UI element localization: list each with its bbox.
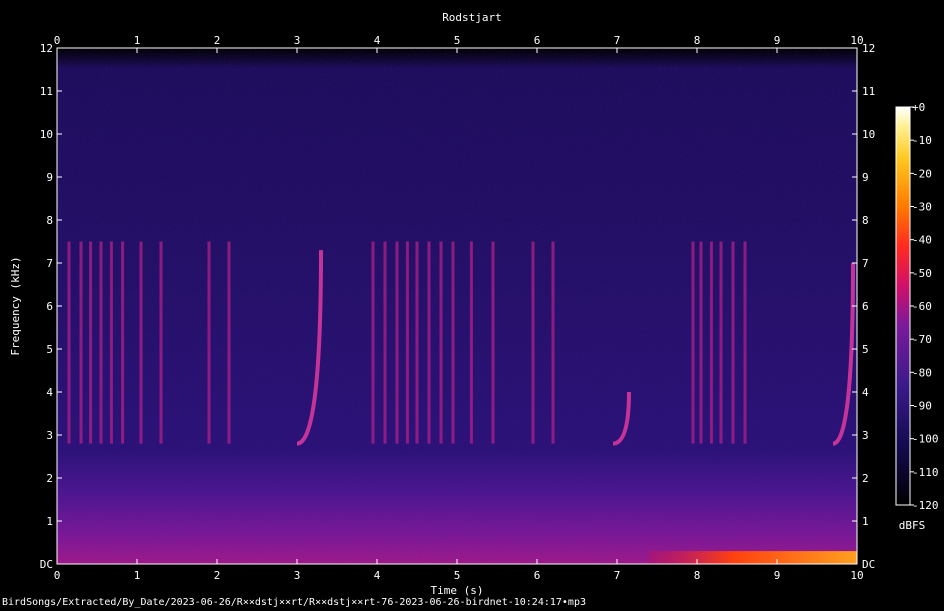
y-tick-label-left-5: 5 xyxy=(46,343,53,356)
colorbar-tick-label-3: -30 xyxy=(912,201,932,214)
low-frequency-hot-band xyxy=(649,551,857,564)
colorbar-tick-label-6: -60 xyxy=(912,300,932,313)
colorbar-tick-label-8: -80 xyxy=(912,366,932,379)
y-tick-label-left-8: 8 xyxy=(46,214,53,227)
colorbar-tick-label-1: -10 xyxy=(912,134,932,147)
call-strip-8 xyxy=(207,241,211,444)
x-tick-label-bottom-1: 1 xyxy=(134,569,141,582)
y-tick-label-right-5: 5 xyxy=(862,343,869,356)
call-strip-27 xyxy=(743,241,747,444)
x-tick-label-bottom-9: 9 xyxy=(774,569,781,582)
call-strip-26 xyxy=(731,241,735,444)
call-strip-21 xyxy=(551,241,555,444)
colorbar-gradient xyxy=(896,107,910,505)
spectrogram-figure: Rodstjart 001122334455667788991010DC DC1 1… xyxy=(9,11,939,597)
y-tick-label-right-1: 1 xyxy=(862,515,869,528)
call-strip-9 xyxy=(227,241,231,444)
y-tick-label-left-1: 1 xyxy=(46,515,53,528)
x-tick-label-top-8: 8 xyxy=(694,34,701,47)
colorbar-label: dBFS xyxy=(899,519,926,532)
call-strip-18 xyxy=(469,241,473,444)
call-strip-20 xyxy=(531,241,535,444)
y-tick-label-left-12: 12 xyxy=(40,42,53,55)
x-tick-label-top-5: 5 xyxy=(454,34,461,47)
call-strip-15 xyxy=(427,241,431,444)
y-axis-label: Frequency (kHz) xyxy=(9,256,22,355)
x-tick-label-top-4: 4 xyxy=(374,34,381,47)
call-strip-17 xyxy=(451,241,455,444)
x-tick-label-top-1: 1 xyxy=(134,34,141,47)
colorbar-tick-label-0: +0 xyxy=(912,101,925,114)
colorbar: +0 -10 -20 -30 -40 -50 -60 -70 -80 -90 -100 -110 -12… xyxy=(895,101,939,532)
y-tick-label-right-10: 10 xyxy=(862,128,875,141)
x-tick-label-top-2: 2 xyxy=(214,34,221,47)
call-strip-14 xyxy=(415,241,419,444)
colorbar-tick-label-10: -100 xyxy=(912,433,939,446)
y-tick-label-left-0: DC xyxy=(40,558,53,571)
call-strip-19 xyxy=(491,241,495,444)
call-strip-6 xyxy=(139,241,143,444)
call-strip-5 xyxy=(121,241,125,444)
y-tick-label-left-11: 11 xyxy=(40,85,53,98)
y-tick-label-left-6: 6 xyxy=(46,300,53,313)
x-tick-label-bottom-7: 7 xyxy=(614,569,621,582)
call-strip-25 xyxy=(719,241,723,444)
call-strip-1 xyxy=(79,241,83,444)
y-tick-label-left-9: 9 xyxy=(46,171,53,184)
y-tick-label-left-3: 3 xyxy=(46,429,53,442)
spectrogram-plot xyxy=(56,47,858,565)
colorbar-tick-label-5: -50 xyxy=(912,267,932,280)
x-tick-label-top-6: 6 xyxy=(534,34,541,47)
y-tick-label-left-4: 4 xyxy=(46,386,53,399)
call-strip-23 xyxy=(699,241,703,444)
call-strip-3 xyxy=(99,241,103,444)
colorbar-tick-label-12: -120 xyxy=(912,499,939,512)
call-strip-10 xyxy=(371,241,375,444)
y-tick-label-right-6: 6 xyxy=(862,300,869,313)
file-path: BirdSongs/Extracted/By_Date/2023-06-26/R… xyxy=(2,597,586,608)
call-strip-4 xyxy=(109,241,113,444)
y-tick-label-right-8: 8 xyxy=(862,214,869,227)
call-strip-2 xyxy=(89,241,93,444)
x-tick-label-bottom-3: 3 xyxy=(294,569,301,582)
y-tick-label-right-7: 7 xyxy=(862,257,869,270)
y-tick-label-right-12: 12 xyxy=(862,42,875,55)
colorbar-tick-label-4: -40 xyxy=(912,234,932,247)
chart-title: Rodstjart xyxy=(442,11,502,24)
x-tick-label-top-7: 7 xyxy=(614,34,621,47)
call-strip-24 xyxy=(709,241,713,444)
colorbar-tick-label-11: -110 xyxy=(912,466,939,479)
x-tick-label-bottom-2: 2 xyxy=(214,569,221,582)
plot-noise xyxy=(57,48,857,564)
x-tick-label-top-9: 9 xyxy=(774,34,781,47)
call-strip-22 xyxy=(691,241,695,444)
x-tick-label-top-3: 3 xyxy=(294,34,301,47)
y-tick-label-right-9: 9 xyxy=(862,171,869,184)
colorbar-tick-label-2: -20 xyxy=(912,167,932,180)
y-tick-label-right-3: 3 xyxy=(862,429,869,442)
x-tick-label-bottom-4: 4 xyxy=(374,569,381,582)
y-tick-label-left-7: 7 xyxy=(46,257,53,270)
y-tick-label-left-10: 10 xyxy=(40,128,53,141)
y-tick-label-right-0: DC xyxy=(862,558,875,571)
y-tick-label-right-11: 11 xyxy=(862,85,875,98)
x-tick-label-bottom-5: 5 xyxy=(454,569,461,582)
call-strip-12 xyxy=(395,241,399,444)
call-strip-7 xyxy=(159,241,163,444)
x-tick-label-bottom-8: 8 xyxy=(694,569,701,582)
call-strip-16 xyxy=(439,241,443,444)
colorbar-tick-label-7: -70 xyxy=(912,333,932,346)
y-tick-label-left-2: 2 xyxy=(46,472,53,485)
y-tick-label-right-4: 4 xyxy=(862,386,869,399)
call-strip-13 xyxy=(405,241,409,444)
y-tick-label-right-2: 2 xyxy=(862,472,869,485)
x-tick-label-top-0: 0 xyxy=(54,34,61,47)
call-strip-0 xyxy=(67,241,71,444)
colorbar-tick-label-9: -90 xyxy=(912,400,932,413)
x-tick-label-bottom-0: 0 xyxy=(54,569,61,582)
x-tick-label-bottom-6: 6 xyxy=(534,569,541,582)
x-axis-label: Time (s) xyxy=(431,584,484,597)
call-strip-11 xyxy=(383,241,387,444)
